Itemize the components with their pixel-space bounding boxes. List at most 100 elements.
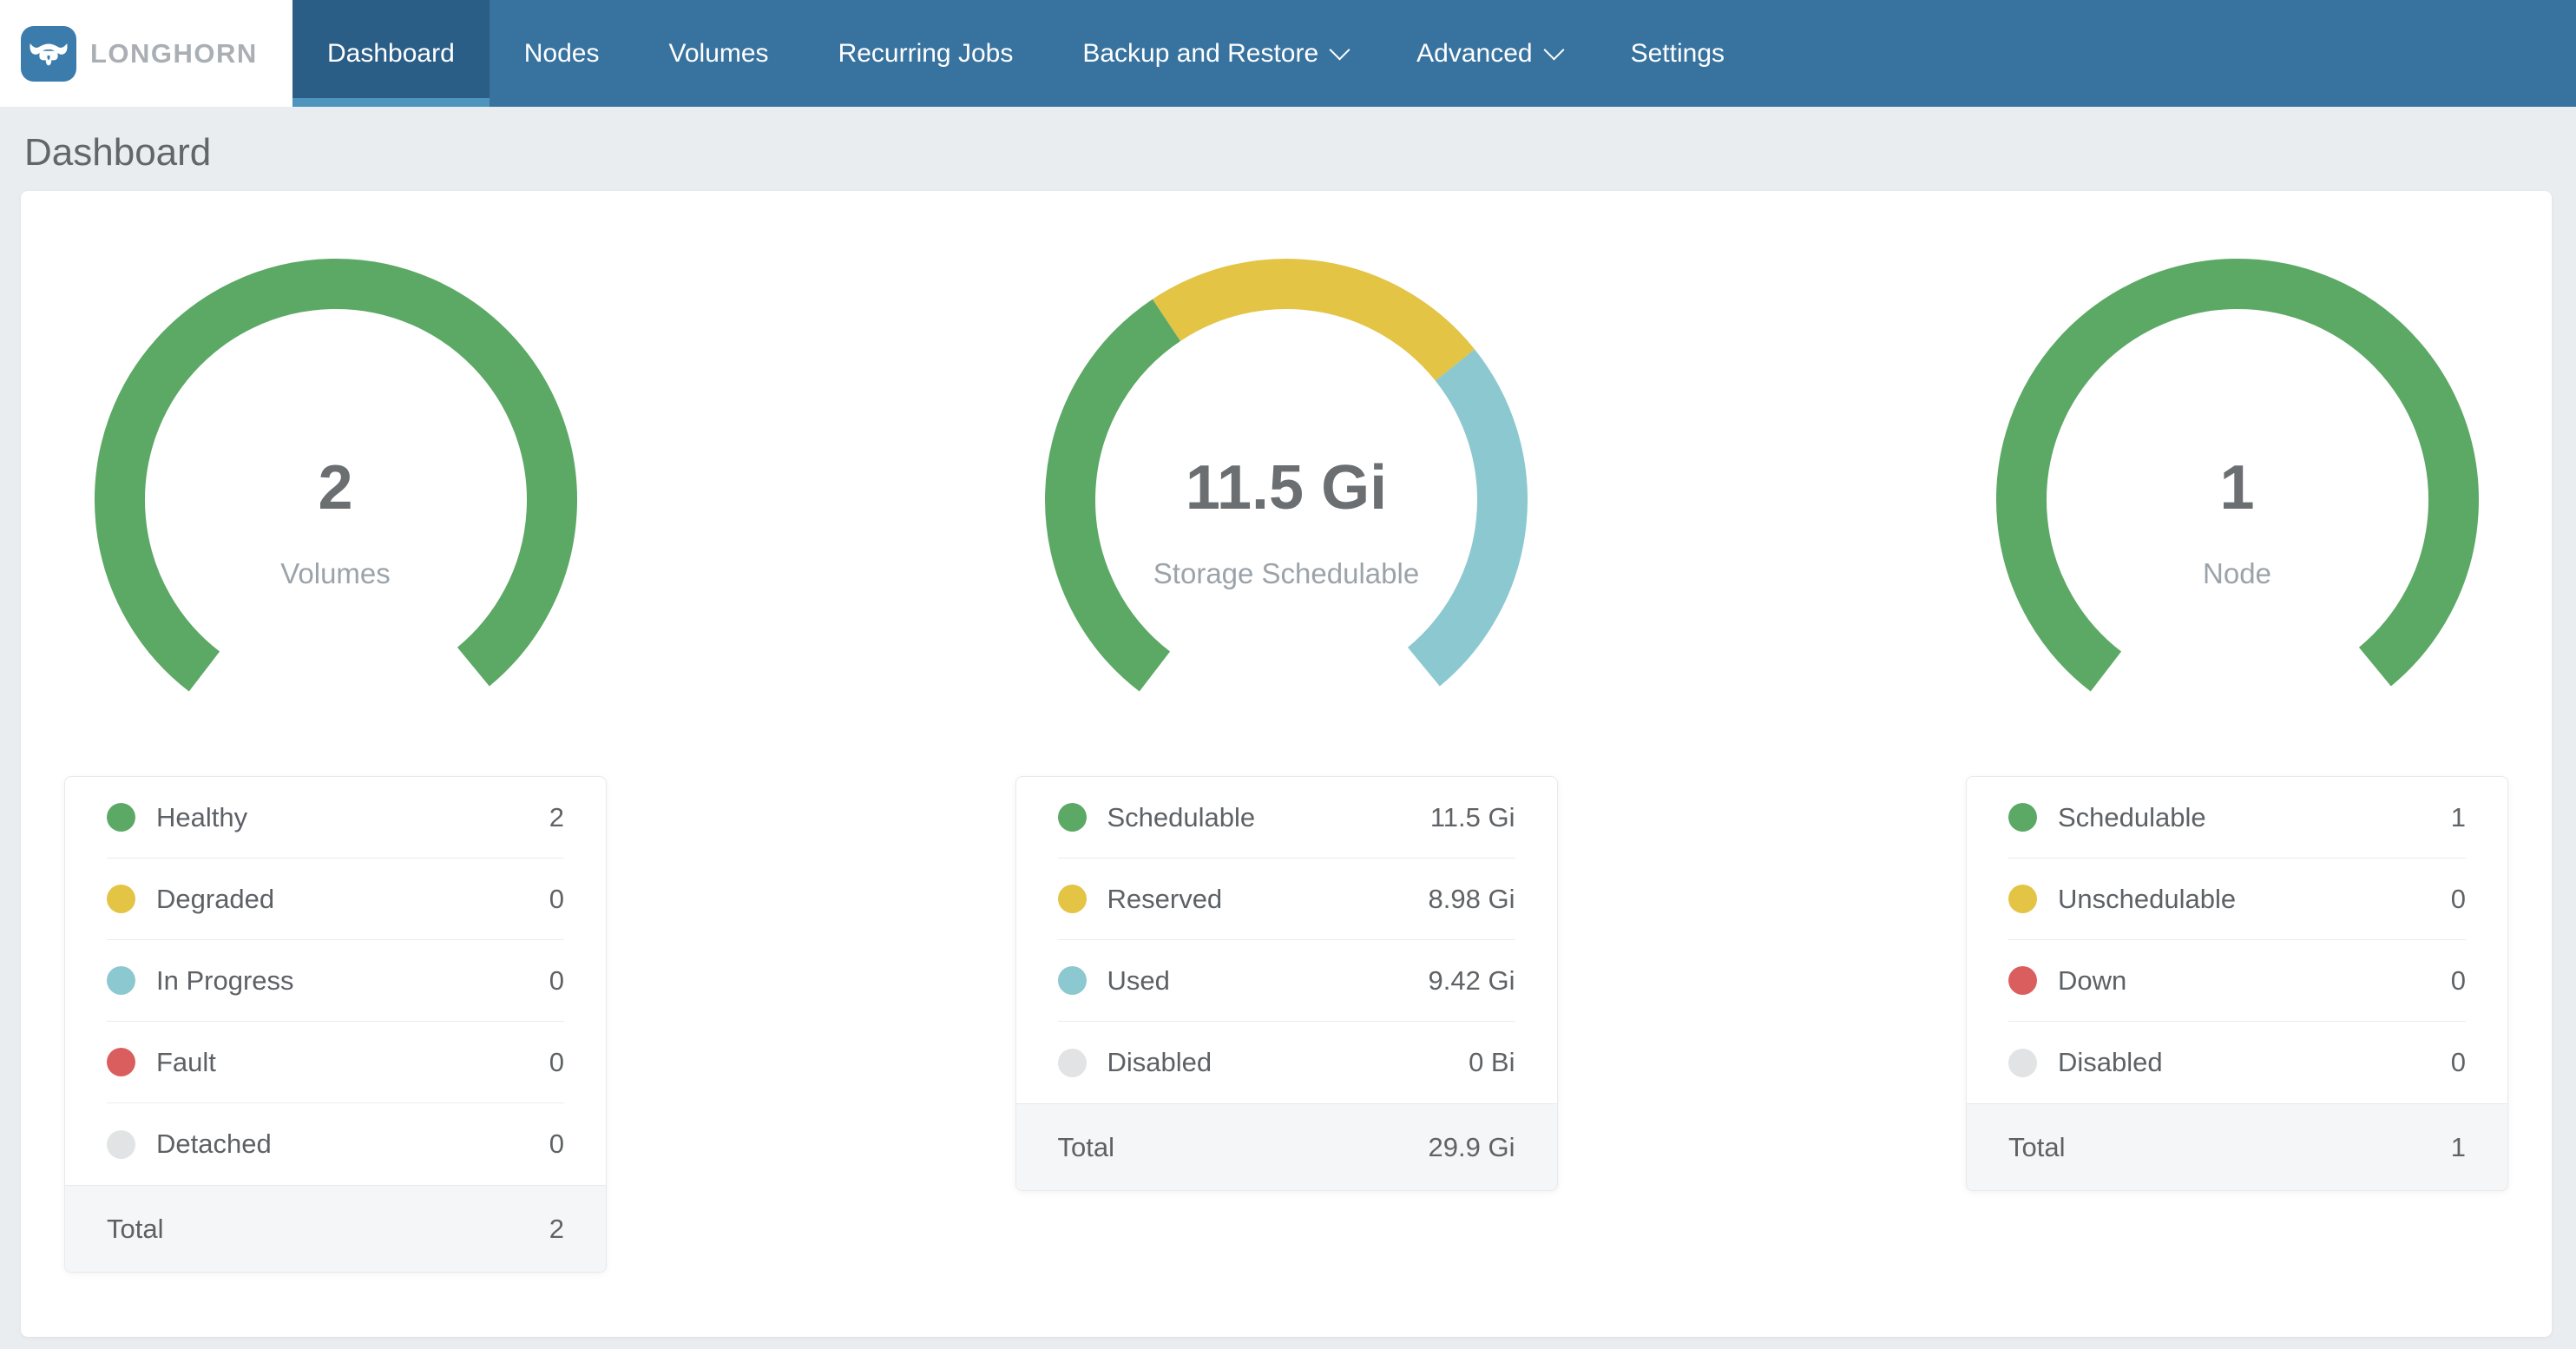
legend-label: Down	[2058, 965, 2126, 997]
nav-items: Dashboard Nodes Volumes Recurring Jobs B…	[292, 0, 1759, 107]
legend-color-dot	[2008, 966, 2037, 995]
legend-total-row: Total 29.9 Gi	[1016, 1103, 1557, 1190]
legend-label: Reserved	[1107, 884, 1223, 915]
legend-row: Detached 0	[107, 1103, 564, 1185]
legend-label: Schedulable	[2058, 802, 2206, 833]
nav-label: Volumes	[668, 39, 768, 69]
legend-value: 0	[549, 1047, 564, 1078]
legend-color-dot	[1058, 1049, 1087, 1077]
legend-color-dot	[107, 803, 135, 832]
storage-panel: 11.5 Gi Storage Schedulable Schedulable 1…	[1015, 254, 1558, 1191]
nav-item-advanced[interactable]: Advanced	[1382, 0, 1595, 107]
legend-value: 2	[549, 802, 564, 833]
nav-label: Advanced	[1416, 39, 1532, 69]
gauge-center-value: 11.5 Gi	[1041, 457, 1532, 519]
legend-row: Reserved 8.98 Gi	[1058, 859, 1515, 940]
top-navbar: LONGHORN Dashboard Nodes Volumes Recurri…	[0, 0, 2576, 107]
legend-value: 0	[549, 965, 564, 997]
storage-legend: Schedulable 11.5 Gi Reserved 8.98 Gi Used 9.4…	[1015, 776, 1558, 1191]
legend-color-dot	[1058, 803, 1087, 832]
legend-row: Fault 0	[107, 1022, 564, 1103]
legend-color-dot	[1058, 966, 1087, 995]
legend-row: Down 0	[2008, 940, 2466, 1022]
nav-item-volumes[interactable]: Volumes	[634, 0, 803, 107]
volumes-panel: 2 Volumes Healthy2Degraded0In Progress0F…	[64, 254, 607, 1273]
legend-label: Fault	[156, 1047, 216, 1078]
legend-row: Healthy 2	[107, 777, 564, 859]
gauge-center-value: 2	[90, 457, 582, 519]
gauge-center-label: Node	[1992, 559, 2483, 588]
longhorn-bull-icon	[21, 26, 76, 82]
node-gauge-chart: 1 Node	[1992, 254, 2483, 746]
legend-value: 9.42 Gi	[1429, 965, 1515, 997]
legend-label: Unschedulable	[2058, 884, 2236, 915]
legend-label: Disabled	[2058, 1047, 2163, 1078]
legend-color-dot	[2008, 803, 2037, 832]
legend-value: 0	[2451, 1047, 2466, 1078]
legend-row: Disabled 0	[2008, 1022, 2466, 1103]
brand-logo[interactable]: LONGHORN	[0, 0, 292, 107]
legend-value: 0	[549, 884, 564, 915]
volumes-legend: Healthy2Degraded0In Progress0Fault0Detac…	[64, 776, 607, 1273]
legend-color-dot	[107, 966, 135, 995]
nav-item-settings[interactable]: Settings	[1596, 0, 1759, 107]
legend-row: Disabled 0 Bi	[1058, 1022, 1515, 1103]
legend-total-row: Total 2	[65, 1185, 606, 1272]
legend-total-row: Total 1	[1967, 1103, 2507, 1190]
legend-color-dot	[107, 1048, 135, 1076]
total-label: Total	[1058, 1132, 1114, 1163]
legend-label: Schedulable	[1107, 802, 1256, 833]
nav-label: Backup and Restore	[1082, 39, 1318, 69]
total-label: Total	[2008, 1132, 2065, 1163]
storage-gauge-chart: 11.5 Gi Storage Schedulable	[1041, 254, 1532, 746]
chevron-down-icon	[1543, 39, 1564, 60]
legend-row: Used 9.42 Gi	[1058, 940, 1515, 1022]
brand-name: LONGHORN	[90, 38, 258, 69]
legend-label: Used	[1107, 965, 1170, 997]
gauge-center-value: 1	[1992, 457, 2483, 519]
legend-value: 11.5 Gi	[1430, 802, 1515, 833]
legend-row: Unschedulable 0	[2008, 859, 2466, 940]
dashboard-card: 2 Volumes Healthy2Degraded0In Progress0F…	[21, 191, 2552, 1337]
legend-label: Disabled	[1107, 1047, 1212, 1078]
legend-label: Healthy	[156, 802, 247, 833]
gauge-center-label: Volumes	[90, 559, 582, 588]
nav-label: Settings	[1631, 39, 1725, 69]
legend-value: 0	[549, 1129, 564, 1160]
legend-row: In Progress 0	[107, 940, 564, 1022]
legend-color-dot	[2008, 1049, 2037, 1077]
legend-value: 0	[2451, 884, 2466, 915]
nav-item-backup-and-restore[interactable]: Backup and Restore	[1048, 0, 1382, 107]
legend-color-dot	[2008, 885, 2037, 913]
node-panel: 1 Node Schedulable1Unschedulable0Down0Di…	[1966, 254, 2508, 1191]
total-value: 1	[2451, 1132, 2466, 1163]
legend-label: Detached	[156, 1129, 272, 1160]
legend-row: Schedulable 1	[2008, 777, 2466, 859]
gauge-segment	[1166, 284, 1455, 365]
node-legend: Schedulable 1 Unschedulable 0 Down 0 Disabled 0…	[1966, 776, 2508, 1191]
legend-value: 1	[2451, 802, 2466, 833]
legend-color-dot	[107, 885, 135, 913]
nav-label: Dashboard	[327, 39, 455, 69]
legend-color-dot	[1058, 885, 1087, 913]
chevron-down-icon	[1330, 39, 1350, 60]
legend-value: 0 Bi	[1469, 1047, 1515, 1078]
legend-value: 8.98 Gi	[1429, 884, 1515, 915]
volumes-gauge-chart: 2 Volumes	[90, 254, 582, 746]
legend-row: Degraded 0	[107, 859, 564, 940]
nav-item-dashboard[interactable]: Dashboard	[292, 0, 490, 107]
nav-item-recurring-jobs[interactable]: Recurring Jobs	[804, 0, 1048, 107]
total-value: 29.9 Gi	[1429, 1132, 1515, 1163]
total-value: 2	[549, 1214, 564, 1245]
gauge-center-label: Storage Schedulable	[1041, 559, 1532, 588]
nav-item-nodes[interactable]: Nodes	[490, 0, 634, 107]
total-label: Total	[107, 1214, 163, 1245]
legend-label: Degraded	[156, 884, 274, 915]
nav-label: Nodes	[524, 39, 600, 69]
legend-color-dot	[107, 1130, 135, 1159]
page-title: Dashboard	[24, 131, 2576, 174]
legend-value: 0	[2451, 965, 2466, 997]
legend-row: Schedulable 11.5 Gi	[1058, 777, 1515, 859]
nav-label: Recurring Jobs	[838, 39, 1014, 69]
legend-label: In Progress	[156, 965, 294, 997]
